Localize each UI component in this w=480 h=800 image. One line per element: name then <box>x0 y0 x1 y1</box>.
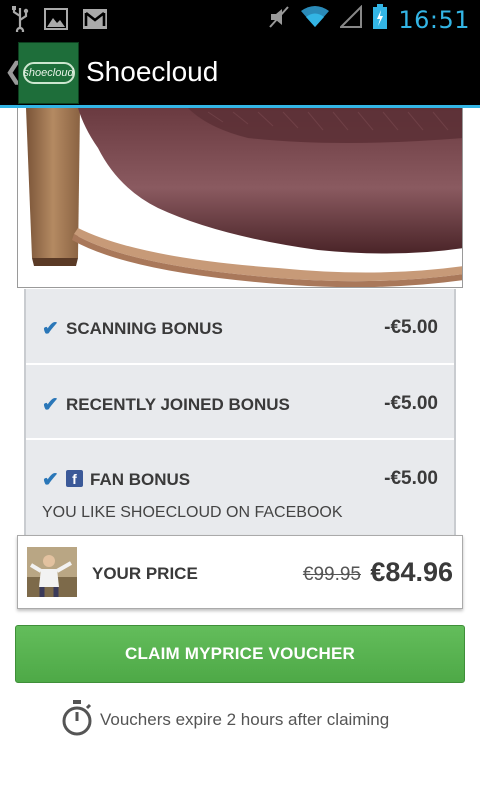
bonus-list: ✔ SCANNING BONUS -€5.00 ✔ RECENTLY JOINE… <box>24 289 456 535</box>
app-title: Shoecloud <box>86 56 219 87</box>
battery-charging-icon <box>372 4 388 35</box>
bonus-amount: -€5.00 <box>384 468 438 489</box>
old-price: €99.95 <box>302 564 361 585</box>
product-image <box>17 108 463 288</box>
bonus-row-recently-joined: ✔ RECENTLY JOINED BONUS -€5.00 <box>26 365 454 440</box>
usb-icon <box>10 6 30 37</box>
clock: 16:51 <box>398 5 470 34</box>
bonus-label: RECENTLY JOINED BONUS <box>66 395 290 414</box>
expiry-text: Vouchers expire 2 hours after claiming <box>100 710 390 729</box>
status-bar: 16:51 <box>0 0 480 38</box>
bonus-subtext: YOU LIKE SHOECLOUD ON FACEBOOK <box>42 504 343 521</box>
gmail-icon <box>82 8 108 35</box>
bonus-amount: -€5.00 <box>384 317 438 338</box>
action-bar: ❮ shoecloud Shoecloud <box>0 38 480 108</box>
new-price: €84.96 <box>370 557 453 587</box>
bonus-label: SCANNING BONUS <box>66 319 223 338</box>
app-logo-text: shoecloud <box>22 62 75 84</box>
checkmark-icon: ✔ <box>42 469 59 491</box>
wifi-icon <box>300 5 330 34</box>
bonus-amount: -€5.00 <box>384 393 438 414</box>
facebook-icon: f <box>66 470 83 487</box>
claim-voucher-button[interactable]: CLAIM MYPRICE VOUCHER <box>15 625 465 683</box>
bonus-label: FAN BONUS <box>90 470 191 489</box>
mute-icon <box>268 5 290 34</box>
signal-icon <box>338 4 363 34</box>
stopwatch-icon <box>60 699 94 742</box>
your-price-card: YOUR PRICE €99.95 €84.96 <box>17 535 463 609</box>
checkmark-icon: ✔ <box>42 394 59 416</box>
expiry-note: Vouchers expire 2 hours after claiming <box>60 699 440 742</box>
your-price-label: YOUR PRICE <box>92 564 198 583</box>
bonus-row-scanning: ✔ SCANNING BONUS -€5.00 <box>26 289 454 365</box>
bonus-row-fan: ✔ f FAN BONUS -€5.00 YOU LIKE SHOECLOUD … <box>26 440 454 535</box>
app-logo[interactable]: shoecloud <box>18 42 79 104</box>
checkmark-icon: ✔ <box>42 318 59 340</box>
avatar <box>27 547 77 597</box>
image-icon <box>44 8 68 35</box>
